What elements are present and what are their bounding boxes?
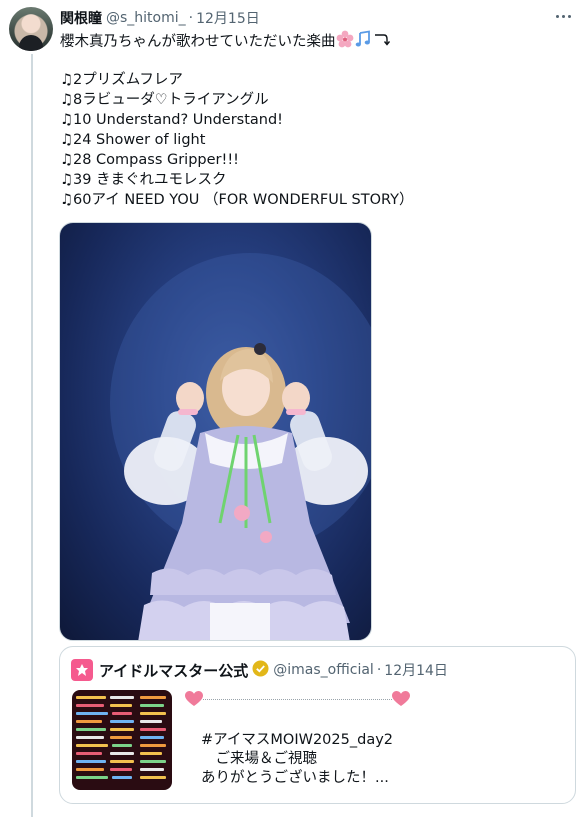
- quoted-post[interactable]: アイドルマスター公式 @imas_official · 12月14日 #アイマス…: [59, 646, 576, 804]
- post-date[interactable]: 12月15日: [196, 8, 260, 28]
- quoted-display-name[interactable]: アイドルマスター公式: [99, 660, 248, 681]
- song-line: ♫24 Shower of light: [60, 132, 206, 148]
- post-header: 関根瞳 @s_hitomi_ · 12月15日: [60, 8, 572, 28]
- thread-connector-line: [31, 54, 33, 817]
- dotted-divider: [203, 699, 392, 700]
- song-line: ♫60アイ NEED YOU （FOR WONDERFUL STORY）: [60, 192, 414, 208]
- cherry-blossom-icon: [336, 30, 354, 54]
- heart-icon: [392, 691, 410, 706]
- quoted-text-line-2: ご来場＆ご視聴: [201, 751, 317, 767]
- separator-dot: ·: [376, 662, 382, 678]
- post-photo[interactable]: [59, 222, 372, 641]
- author-display-name[interactable]: 関根瞳: [60, 8, 102, 28]
- quoted-text-line-3: ありがとうございました！...: [201, 770, 389, 786]
- avatar[interactable]: [9, 7, 53, 51]
- heart-divider: [185, 689, 410, 711]
- more-options-icon[interactable]: [552, 6, 574, 26]
- song-line: ♫28 Compass Gripper!!!: [60, 152, 239, 168]
- quoted-post-header: アイドルマスター公式 @imas_official · 12月14日: [71, 658, 448, 682]
- quoted-date[interactable]: 12月14日: [384, 660, 448, 680]
- quoted-text: #アイマスMOIW2025_day2 ご来場＆ご視聴ありがとうございました！..…: [201, 731, 393, 788]
- imas-logo-icon[interactable]: [71, 659, 93, 681]
- quoted-text-line-1[interactable]: #アイマスMOIW2025_day2: [201, 731, 393, 750]
- separator-dot: ·: [188, 10, 194, 26]
- song-line: ♫39 きまぐれユモレスク: [60, 172, 227, 188]
- heart-icon: [185, 691, 203, 706]
- song-line: ♫8ラビューダ♡トライアングル: [60, 92, 269, 108]
- author-handle[interactable]: @s_hitomi_: [106, 10, 186, 26]
- post-text-line-1: 櫻木真乃ちゃんが歌わせていただいた楽曲: [60, 30, 560, 50]
- quoted-thumbnail[interactable]: [72, 690, 172, 790]
- quoted-handle[interactable]: @imas_official: [273, 662, 374, 678]
- verified-badge-icon: [252, 660, 269, 681]
- music-notes-icon: [354, 30, 372, 54]
- song-line: ♫10 Understand? Understand!: [60, 112, 283, 128]
- post-text-blank-line: [60, 50, 560, 70]
- song-line: ♫2プリズムフレア: [60, 72, 183, 88]
- arrow-curve-icon: [372, 30, 390, 54]
- post-text: 櫻木真乃ちゃんが歌わせていただいた楽曲 ♫2プリズムフレア ♫8ラビューダ♡トラ…: [60, 30, 560, 210]
